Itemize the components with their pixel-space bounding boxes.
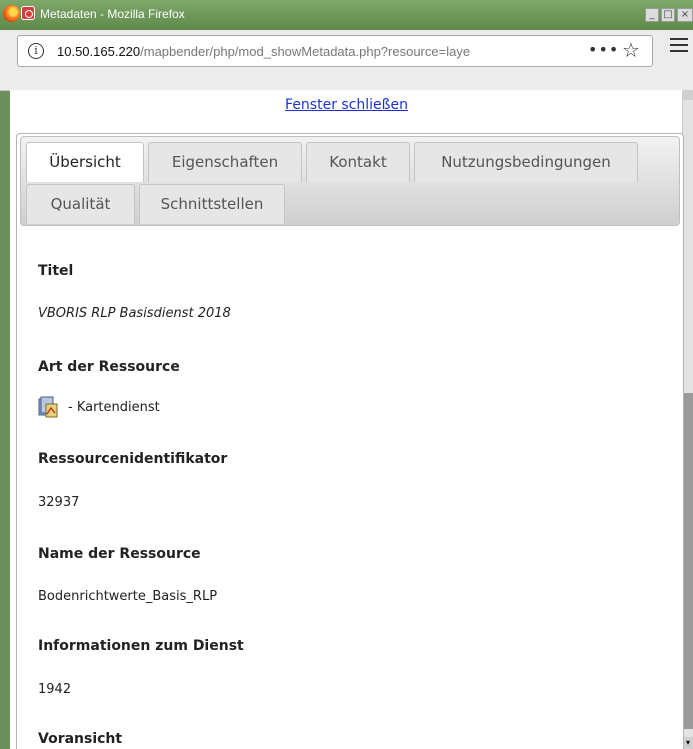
scroll-down-arrow[interactable]: ▾ [683,737,693,749]
tab-eigenschaften[interactable]: Eigenschaften [148,142,302,182]
tab-bar: Übersicht Eigenschaften Kontakt Nutzungs… [20,136,680,226]
window-title: Metadaten - Mozilla Firefox [40,7,185,21]
metadata-panel: Übersicht Eigenschaften Kontakt Nutzungs… [16,133,684,749]
close-window-link[interactable]: Fenster schließen [10,97,683,113]
url-host: 10.50.165.220 [57,44,141,59]
url-path: /mapbender/php/mod_showMetadata.php?reso… [140,44,471,59]
section-label-voransicht: Voransicht [38,731,123,747]
tab-schnittstellen[interactable]: Schnittstellen [139,184,285,224]
section-value-art: - Kartendienst [68,400,160,415]
scroll-up-arrow[interactable] [683,90,693,100]
section-label-art: Art der Ressource [38,359,180,375]
section-label-dienst: Informationen zum Dienst [38,638,244,654]
navigation-bar: i 10.50.165.220/mapbender/php/mod_showMe… [0,30,693,91]
app-icon [21,6,35,20]
section-value-dienst: 1942 [38,682,72,697]
tab-uebersicht[interactable]: Übersicht [26,142,144,182]
section-label-titel: Titel [38,263,74,279]
section-value-name: Bodenrichtwerte_Basis_RLP [38,589,218,604]
firefox-icon [3,5,20,22]
tab-kontakt[interactable]: Kontakt [306,142,410,182]
scroll-thumb[interactable] [683,393,693,729]
url-bar[interactable]: i 10.50.165.220/mapbender/php/mod_showMe… [17,35,653,67]
bookmark-star-icon[interactable]: ☆ [622,38,640,62]
tab-nutzungsbedingungen[interactable]: Nutzungsbedingungen [414,142,638,182]
section-label-identifikator: Ressourcenidentifikator [38,451,228,467]
resource-type-row: - Kartendienst [38,396,238,422]
hamburger-menu-icon[interactable] [670,38,688,54]
section-value-titel: VBORIS RLP Basisdienst 2018 [38,306,231,321]
page-viewport: ▾ Fenster schließen Übersicht Eigenschaf… [10,90,693,749]
close-window-button[interactable]: × [677,8,693,22]
map-service-icon [38,396,58,418]
url-text[interactable]: 10.50.165.220/mapbender/php/mod_showMeta… [57,44,577,59]
maximize-button[interactable]: □ [661,8,675,22]
info-icon[interactable]: i [28,43,44,59]
page-actions-icon[interactable]: ••• [588,40,619,59]
minimize-button[interactable]: _ [645,8,659,22]
window-titlebar: Metadaten - Mozilla Firefox _ □ × [0,0,693,30]
section-value-identifikator: 32937 [38,495,80,510]
tab-qualitaet[interactable]: Qualität [26,184,135,224]
section-label-name: Name der Ressource [38,546,201,562]
